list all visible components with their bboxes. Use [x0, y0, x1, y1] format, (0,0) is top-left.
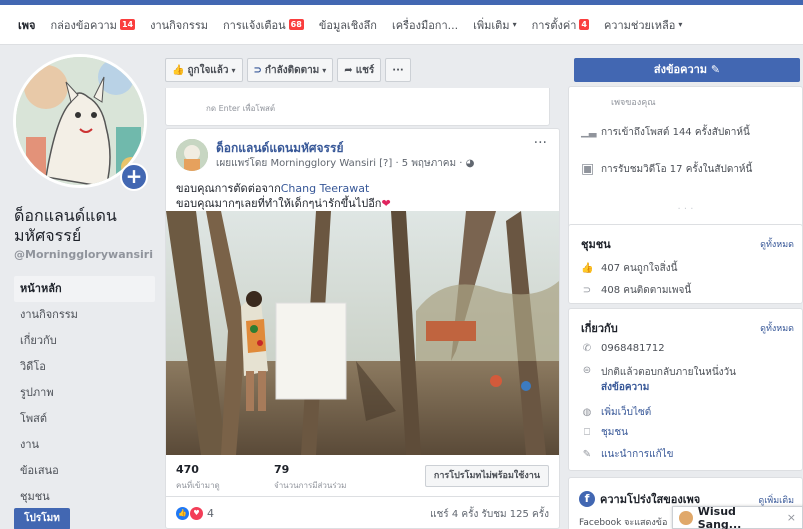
- pencil-icon: ✎: [582, 449, 592, 460]
- transparency-text: Facebook จะแสดงข้อ: [579, 518, 668, 528]
- reach-stat[interactable]: 470 คนที่เข้ามาดู: [176, 463, 220, 492]
- more-dots[interactable]: · · ·: [569, 195, 802, 225]
- messenger-icon: ⊜: [582, 365, 592, 376]
- follows-row[interactable]: ⊃ 408 คนติดตามเพจนี้: [581, 283, 691, 298]
- community-see-all[interactable]: ดูทั้งหมด: [760, 237, 794, 251]
- left-nav: หน้าหลัก งานกิจกรรม เกี่ยวกับ วิดีโอ รูป…: [14, 276, 155, 510]
- facebook-icon: f: [579, 491, 595, 507]
- tab-help[interactable]: ความช่วยเหลือ ▾: [604, 16, 682, 34]
- heart-emoji-icon: ❤: [381, 197, 391, 210]
- nav-photos[interactable]: รูปภาพ: [14, 380, 155, 406]
- left-column: + ด็อกแลนด์แดนมหัศจรรย์ @Morningglorywan…: [0, 46, 155, 529]
- more-button[interactable]: ···: [385, 58, 411, 82]
- post-options-icon[interactable]: ···: [534, 135, 547, 151]
- nav-jobs[interactable]: งาน: [14, 432, 155, 458]
- post-meta: เผยแพร่โดย Morningglory Wansiri [?] · 5 …: [216, 158, 475, 169]
- chat-tab[interactable]: Wisud Sang... ×: [672, 504, 803, 529]
- notifications-badge: 68: [288, 19, 304, 30]
- add-website-row[interactable]: ◍ เพิ่มเว็บไซต์: [581, 405, 652, 420]
- send-message-button[interactable]: ส่งข้อความ ✎: [574, 58, 800, 82]
- page-action-bar: 👍 ถูกใจแล้ว ▾ ⊃ กำลังติดตาม ▾ ➦ แชร์ ···: [165, 58, 411, 84]
- chevron-down-icon: ▾: [322, 65, 327, 75]
- chevron-down-icon: ▾: [678, 20, 683, 29]
- chat-name: Wisud Sang...: [697, 504, 742, 529]
- category-row[interactable]: ⎕ ชุมชน: [581, 425, 628, 440]
- tab-settings[interactable]: การตั้งค่า 4: [532, 16, 589, 34]
- thumbs-up-icon: 👍: [581, 263, 594, 274]
- tab-notifications[interactable]: การแจ้งเตือน 68: [223, 16, 304, 34]
- nav-home[interactable]: หน้าหลัก: [14, 276, 155, 302]
- promote-button[interactable]: โปรโมท: [14, 508, 70, 529]
- share-button[interactable]: ➦ แชร์: [337, 58, 382, 82]
- page-name: ด็อกแลนด์แดนมหัศจรรย์: [14, 206, 117, 245]
- page-handle[interactable]: @Morningglorywansiri: [14, 248, 153, 261]
- composer-hint: กด Enter เพื่อโพสต์: [206, 104, 276, 113]
- tab-events[interactable]: งานกิจกรรม: [150, 16, 208, 34]
- post-text-line2: ขอบคุณมากๆเลยที่ทำให้เด็กๆน่ารักขึ้นไปอี…: [176, 197, 391, 210]
- nav-posts[interactable]: โพสต์: [14, 406, 155, 432]
- phone-row[interactable]: ✆ 0968481712: [581, 343, 665, 354]
- tag-icon: ⎕: [584, 427, 590, 438]
- suggest-edits-row[interactable]: ✎ แนะนำการแก้ไข: [581, 447, 674, 462]
- tab-more[interactable]: เพิ่มเติม ▾: [473, 16, 516, 34]
- tab-insights[interactable]: ข้อมูลเชิงลึก: [319, 16, 377, 34]
- globe-icon: ◍: [582, 407, 592, 418]
- close-icon[interactable]: ×: [787, 511, 796, 524]
- tab-page[interactable]: เพจ: [18, 16, 35, 34]
- nav-events[interactable]: งานกิจกรรม: [14, 302, 155, 328]
- post-insights: 470 คนที่เข้ามาดู 79 จำนวนการมีส่วนร่วม …: [166, 455, 559, 497]
- nav-videos[interactable]: วิดีโอ: [14, 354, 155, 380]
- likes-row[interactable]: 👍 407 คนถูกใจสิ่งนี้: [581, 261, 677, 276]
- reach-week-row[interactable]: ▁▃ การเข้าถึงโพสต์ 144 ครั้งสัปดาห์นี้: [581, 125, 750, 140]
- community-card: ชุมชน ดูทั้งหมด 👍 407 คนถูกใจสิ่งนี้ ⊃ 408…: [568, 224, 803, 304]
- chat-avatar: [679, 510, 693, 525]
- add-photo-icon[interactable]: +: [120, 163, 148, 191]
- post-card: ด็อกแลนด์แดนมหัศจรรย์ เผยแพร่โดย Morning…: [165, 128, 560, 529]
- post-author-avatar[interactable]: [176, 139, 208, 171]
- community-title: ชุมชน: [581, 238, 611, 251]
- following-button[interactable]: ⊃ กำลังติดตาม ▾: [246, 58, 334, 82]
- page-summary-card: เพจของคุณ ▁▃ การเข้าถึงโพสต์ 144 ครั้งสัป…: [568, 86, 803, 246]
- shares-views[interactable]: แชร์ 4 ครั้ง รับชม 125 ครั้ง: [430, 507, 549, 522]
- like-reaction-icon: 👍: [176, 507, 189, 520]
- video-icon: ▣: [581, 161, 595, 177]
- right-sidebar: ส่งข้อความ ✎ เพจของคุณ ▁▃ การเข้าถึงโพสต์…: [568, 46, 803, 529]
- avatar-thumbnail: [176, 139, 208, 171]
- boost-unavailable-button[interactable]: การโปรโมทไม่พร้อมใช้งาน: [424, 465, 549, 487]
- post-video[interactable]: [166, 211, 559, 455]
- nav-offers[interactable]: ข้อเสนอ: [14, 458, 155, 484]
- nav-community[interactable]: ชุมชน: [14, 484, 155, 510]
- response-row: ⊜ ปกติแล้วตอบกลับภายในหนึ่งวัน ส่งข้อความ: [582, 365, 737, 393]
- globe-icon: ◕: [465, 158, 475, 169]
- bar-chart-icon: ▁▃: [581, 127, 597, 138]
- pencil-icon: ✎: [710, 63, 721, 76]
- inbox-badge: 14: [119, 19, 136, 30]
- your-page-label: เพจของคุณ: [611, 98, 656, 108]
- phone-icon: ✆: [582, 343, 592, 354]
- thumbs-up-icon: 👍: [172, 64, 185, 76]
- love-reaction-icon: ♥: [190, 507, 203, 520]
- about-card: เกี่ยวกับ ดูทั้งหมด ✆ 0968481712 ⊜ ปกติแล้…: [568, 308, 803, 471]
- liked-button[interactable]: 👍 ถูกใจแล้ว ▾: [165, 58, 243, 82]
- settings-badge: 4: [579, 19, 589, 30]
- rss-icon: ⊃: [582, 285, 592, 296]
- video-frame: [166, 211, 559, 455]
- video-views-row[interactable]: ▣ การรับชมวิดีโอ 17 ครั้งในสัปดาห์นี้: [581, 161, 752, 177]
- share-arrow-icon: ➦: [344, 64, 353, 76]
- tab-tools[interactable]: เครื่องมือกา...: [392, 16, 458, 34]
- reactions-summary[interactable]: 👍 ♥ 4: [176, 507, 214, 520]
- page-tabs: เพจ กล่องข้อความ 14 งานกิจกรรม การแจ้งเตื…: [0, 5, 803, 45]
- send-message-link[interactable]: ส่งข้อความ: [601, 382, 649, 393]
- chevron-down-icon: ▾: [512, 20, 517, 29]
- tab-inbox[interactable]: กล่องข้อความ 14: [50, 16, 136, 34]
- rss-icon: ⊃: [253, 64, 262, 76]
- composer-box[interactable]: กด Enter เพื่อโพสต์: [165, 88, 550, 126]
- engagement-stat[interactable]: 79 จำนวนการมีส่วนร่วม: [274, 463, 346, 492]
- about-title: เกี่ยวกับ: [581, 322, 618, 335]
- chevron-down-icon: ▾: [231, 65, 236, 75]
- nav-about[interactable]: เกี่ยวกับ: [14, 328, 155, 354]
- about-see-all[interactable]: ดูทั้งหมด: [760, 321, 794, 335]
